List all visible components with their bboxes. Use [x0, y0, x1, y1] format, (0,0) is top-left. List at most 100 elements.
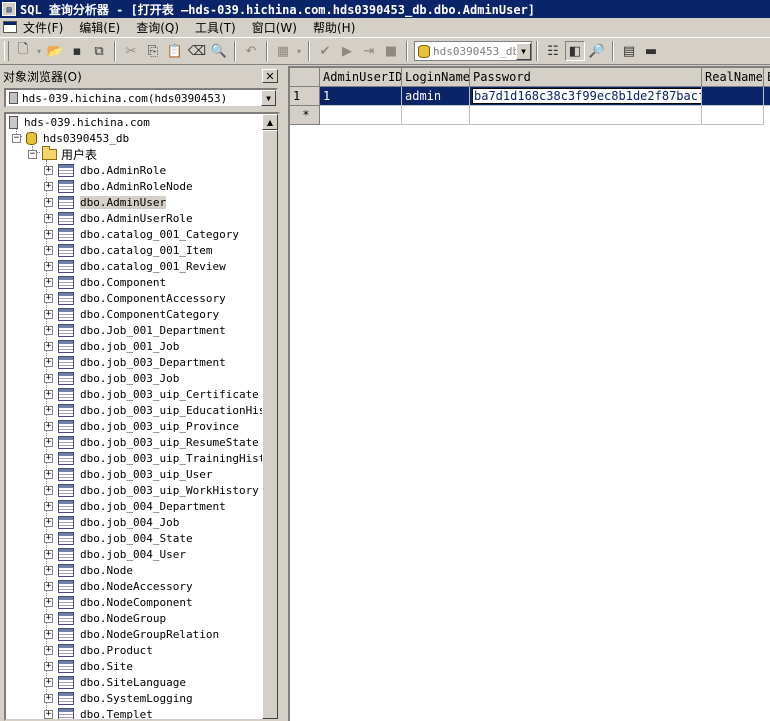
tree-server-node[interactable]: hds-039.hichina.com: [9, 114, 150, 130]
save-icon[interactable]: ▪: [67, 41, 87, 61]
results-grid-icon[interactable]: ▦: [273, 41, 293, 61]
tree-table-node[interactable]: + dbo.job_004_User: [44, 546, 186, 562]
properties-icon[interactable]: ▤: [619, 41, 639, 61]
grid-cell[interactable]: [702, 87, 764, 106]
expand-icon[interactable]: +: [44, 373, 53, 383]
expand-icon[interactable]: +: [44, 453, 53, 463]
expand-icon[interactable]: +: [44, 309, 53, 319]
expand-icon[interactable]: +: [44, 693, 53, 703]
results-grid[interactable]: AdminUserIDLoginNamePasswordRealNameE11a…: [288, 66, 770, 721]
tree-table-node[interactable]: + dbo.Site: [44, 658, 133, 674]
expand-icon[interactable]: +: [44, 405, 53, 415]
expand-icon[interactable]: +: [44, 709, 53, 719]
expand-icon[interactable]: +: [44, 549, 53, 559]
expand-icon[interactable]: +: [44, 597, 53, 607]
expand-icon[interactable]: +: [44, 469, 53, 479]
expand-icon[interactable]: +: [44, 421, 53, 431]
results-grid-dropdown-icon[interactable]: ▾: [295, 41, 303, 61]
grid-cell[interactable]: ba7d1d168c38c3f99ec8b1de2f87bacf: [470, 87, 702, 106]
tree-table-node[interactable]: + dbo.job_003_uip_Province: [44, 418, 239, 434]
tree-scrollbar[interactable]: ▲: [262, 114, 278, 719]
grid-cell[interactable]: [764, 87, 770, 106]
tree-table-node[interactable]: + dbo.Templet: [44, 706, 153, 719]
database-select[interactable]: hds0390453_db ▼: [414, 41, 532, 61]
tree-table-node[interactable]: + dbo.ComponentAccessory: [44, 290, 226, 306]
expand-icon[interactable]: +: [44, 661, 53, 671]
object-browser-icon[interactable]: ☷: [543, 41, 563, 61]
row-header[interactable]: 1: [290, 87, 320, 106]
tree-table-node[interactable]: + dbo.job_003_Department: [44, 354, 226, 370]
column-header[interactable]: Password: [470, 68, 702, 87]
expand-icon[interactable]: +: [44, 485, 53, 495]
load-script-icon[interactable]: ⧉: [89, 41, 109, 61]
tree-table-node[interactable]: + dbo.AdminRole: [44, 162, 166, 178]
expand-icon[interactable]: +: [44, 533, 53, 543]
expand-icon[interactable]: +: [44, 565, 53, 575]
expand-icon[interactable]: +: [44, 677, 53, 687]
find-object-icon[interactable]: 🔎: [587, 41, 607, 61]
collapse-icon[interactable]: −: [28, 149, 37, 159]
new-row-header[interactable]: *: [290, 106, 320, 125]
expand-icon[interactable]: +: [44, 277, 53, 287]
find-icon[interactable]: 🔍: [209, 41, 229, 61]
tree-table-node[interactable]: + dbo.Component: [44, 274, 166, 290]
open-icon[interactable]: 📂: [45, 41, 65, 61]
grid-cell[interactable]: 1: [320, 87, 402, 106]
column-header[interactable]: E: [764, 68, 770, 87]
tree-table-node[interactable]: + dbo.catalog_001_Category: [44, 226, 239, 242]
tree-table-node[interactable]: + dbo.job_001_Job: [44, 338, 179, 354]
expand-icon[interactable]: +: [44, 165, 53, 175]
tree-table-node[interactable]: + dbo.catalog_001_Review: [44, 258, 226, 274]
tree-database-node[interactable]: − hds0390453_db: [12, 130, 129, 146]
column-header[interactable]: LoginName: [402, 68, 470, 87]
tree-table-node[interactable]: + dbo.Node: [44, 562, 133, 578]
grid-corner-header[interactable]: [290, 68, 320, 87]
expand-icon[interactable]: +: [44, 261, 53, 271]
menu-window[interactable]: 窗口(W): [252, 19, 297, 36]
expand-icon[interactable]: +: [44, 501, 53, 511]
tree-table-node[interactable]: + dbo.NodeComponent: [44, 594, 193, 610]
tree-table-node[interactable]: + dbo.job_004_Department: [44, 498, 226, 514]
chevron-down-icon[interactable]: ▼: [516, 42, 531, 60]
scroll-up-icon[interactable]: ▲: [262, 114, 278, 130]
new-query-dropdown-icon[interactable]: ▾: [35, 41, 43, 61]
undo-icon[interactable]: ↶: [241, 41, 261, 61]
expand-icon[interactable]: +: [44, 245, 53, 255]
expand-icon[interactable]: +: [44, 325, 53, 335]
grid-cell[interactable]: [702, 106, 764, 125]
grid-cell-editor[interactable]: ba7d1d168c38c3f99ec8b1de2f87bacf: [472, 88, 701, 104]
menu-query[interactable]: 查询(Q): [136, 19, 179, 36]
tree-table-node[interactable]: + dbo.ComponentCategory: [44, 306, 219, 322]
expand-icon[interactable]: +: [44, 613, 53, 623]
tree-table-node[interactable]: + dbo.job_003_uip_Certificate: [44, 386, 259, 402]
expand-icon[interactable]: +: [44, 197, 53, 207]
tree-table-node[interactable]: + dbo.job_003_uip_User: [44, 466, 212, 482]
grid-cell[interactable]: [470, 106, 702, 125]
clear-icon[interactable]: ⌫: [187, 41, 207, 61]
expand-icon[interactable]: +: [44, 389, 53, 399]
expand-icon[interactable]: +: [44, 437, 53, 447]
tree-table-node[interactable]: + dbo.catalog_001_Item: [44, 242, 212, 258]
expand-icon[interactable]: +: [44, 213, 53, 223]
execute-step-icon[interactable]: ⇥: [359, 41, 379, 61]
tree-table-node[interactable]: + dbo.AdminUser: [44, 194, 167, 210]
expand-icon[interactable]: +: [44, 341, 53, 351]
tree-table-node[interactable]: + dbo.SiteLanguage: [44, 674, 186, 690]
stop-icon[interactable]: ■: [381, 41, 401, 61]
tree-table-node[interactable]: + dbo.job_004_State: [44, 530, 193, 546]
tree-table-node[interactable]: + dbo.job_004_Job: [44, 514, 179, 530]
tree-table-node[interactable]: + dbo.job_003_uip_EducationHisto: [44, 402, 278, 418]
grid-cell[interactable]: admin: [402, 87, 470, 106]
tree-table-node[interactable]: + dbo.job_003_Job: [44, 370, 179, 386]
cut-icon[interactable]: ✂: [121, 41, 141, 61]
results-pane-icon[interactable]: ▬: [641, 41, 661, 61]
expand-icon[interactable]: +: [44, 181, 53, 191]
expand-icon[interactable]: +: [44, 517, 53, 527]
tree-table-node[interactable]: + dbo.NodeAccessory: [44, 578, 193, 594]
menu-tools[interactable]: 工具(T): [195, 19, 236, 36]
paste-icon[interactable]: 📋: [165, 41, 185, 61]
server-select[interactable]: hds-039.hichina.com(hds0390453) ▼: [4, 88, 278, 108]
new-query-icon[interactable]: 🗋: [13, 41, 33, 61]
expand-icon[interactable]: +: [44, 645, 53, 655]
document-window-icon[interactable]: [3, 21, 17, 33]
